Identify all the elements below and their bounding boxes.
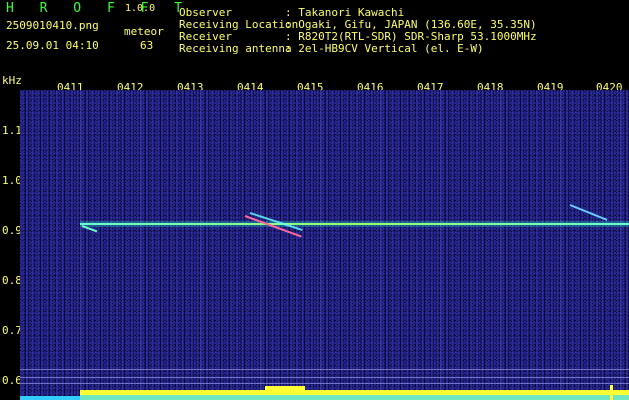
y-tick-0.6: 0.6 [2, 374, 22, 387]
y-tick-1.0: 1.0 [2, 174, 22, 187]
y-tick-0.8: 0.8 [2, 274, 22, 287]
signal-level-meter [20, 385, 629, 400]
header: H R O F F T 1.0.0 2509010410.png 25.09.0… [0, 0, 629, 78]
y-tick-0.9: 0.9 [2, 224, 22, 237]
reference-line [20, 377, 629, 378]
app-version: 1.0.0 [125, 3, 156, 14]
app-logo: H R O F F T [6, 1, 192, 16]
y-tick-1.1: 1.1 [2, 124, 22, 137]
minute-line [440, 90, 441, 400]
image-datetime: 25.09.01 04:10 [6, 39, 99, 52]
minute-line [620, 90, 621, 400]
image-filename: 2509010410.png [6, 19, 99, 32]
minute-line [260, 90, 261, 400]
minute-line [560, 90, 561, 400]
minute-line [140, 90, 141, 400]
minute-line [380, 90, 381, 400]
antenna-value: : 2el-HB9CV Vertical (el. E-W) [285, 42, 484, 55]
antenna-key: Receiving antenna [179, 42, 292, 55]
noise-background [20, 90, 629, 400]
y-tick-0.7: 0.7 [2, 324, 22, 337]
meteor-count: 63 [140, 39, 154, 52]
reference-line [20, 369, 629, 370]
carrier-signal [80, 223, 629, 225]
y-axis-unit: kHz [2, 74, 22, 87]
minute-line [500, 90, 501, 400]
minute-line [200, 90, 201, 400]
minute-line [320, 90, 321, 400]
minute-line [80, 90, 81, 400]
spectrogram [20, 90, 629, 400]
meteor-label: meteor [124, 25, 164, 38]
